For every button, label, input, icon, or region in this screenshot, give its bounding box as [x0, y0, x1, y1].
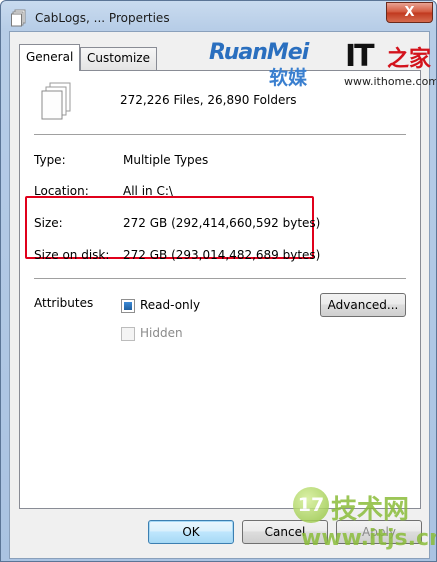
hidden-label: Hidden: [140, 326, 183, 340]
properties-window: CabLogs, ... Properties X General Custom…: [0, 0, 437, 562]
type-label: Type:: [34, 153, 66, 167]
multiple-files-icon: [41, 82, 71, 120]
jishu-cn-watermark: 技术网: [331, 495, 410, 525]
hidden-checkbox: [121, 327, 135, 341]
attributes-label: Attributes: [34, 296, 94, 310]
type-value: Multiple Types: [123, 153, 209, 167]
advanced-button[interactable]: Advanced...: [320, 293, 406, 317]
ithome-cn-watermark: 之家: [387, 47, 432, 72]
ok-button[interactable]: OK: [148, 520, 234, 544]
close-button[interactable]: X: [386, 2, 433, 23]
readonly-checkbox[interactable]: [121, 299, 135, 313]
size-value: 272 GB (292,414,660,592 bytes): [123, 216, 321, 230]
size-on-disk-label: Size on disk:: [34, 248, 110, 262]
tab-general[interactable]: General: [19, 44, 81, 71]
dialog-client-area: General Customize 272,226 Files, 26,890 …: [9, 31, 430, 559]
window-title: CabLogs, ... Properties: [35, 11, 170, 25]
ruanmei-cn-watermark: 软媒: [269, 67, 308, 89]
jishu-badge-watermark: 17: [293, 487, 329, 523]
separator: [34, 134, 406, 135]
ithome-url-watermark: www.ithome.com: [344, 75, 437, 88]
files-folders-summary: 272,226 Files, 26,890 Folders: [120, 93, 297, 107]
readonly-label[interactable]: Read-only: [140, 298, 200, 312]
size-on-disk-value: 272 GB (293,014,482,689 bytes): [123, 248, 321, 262]
tab-customize[interactable]: Customize: [80, 47, 157, 70]
ruanmei-watermark: RuanMei: [209, 40, 309, 65]
folder-files-icon: [11, 9, 26, 27]
itjs-url-watermark: www.itjs.cn: [301, 526, 437, 551]
separator: [34, 278, 406, 279]
general-panel: 272,226 Files, 26,890 Folders Type: Mult…: [19, 70, 421, 509]
size-label: Size:: [34, 216, 63, 230]
ithome-logo-watermark: IT: [345, 39, 375, 74]
close-icon: X: [404, 5, 415, 20]
